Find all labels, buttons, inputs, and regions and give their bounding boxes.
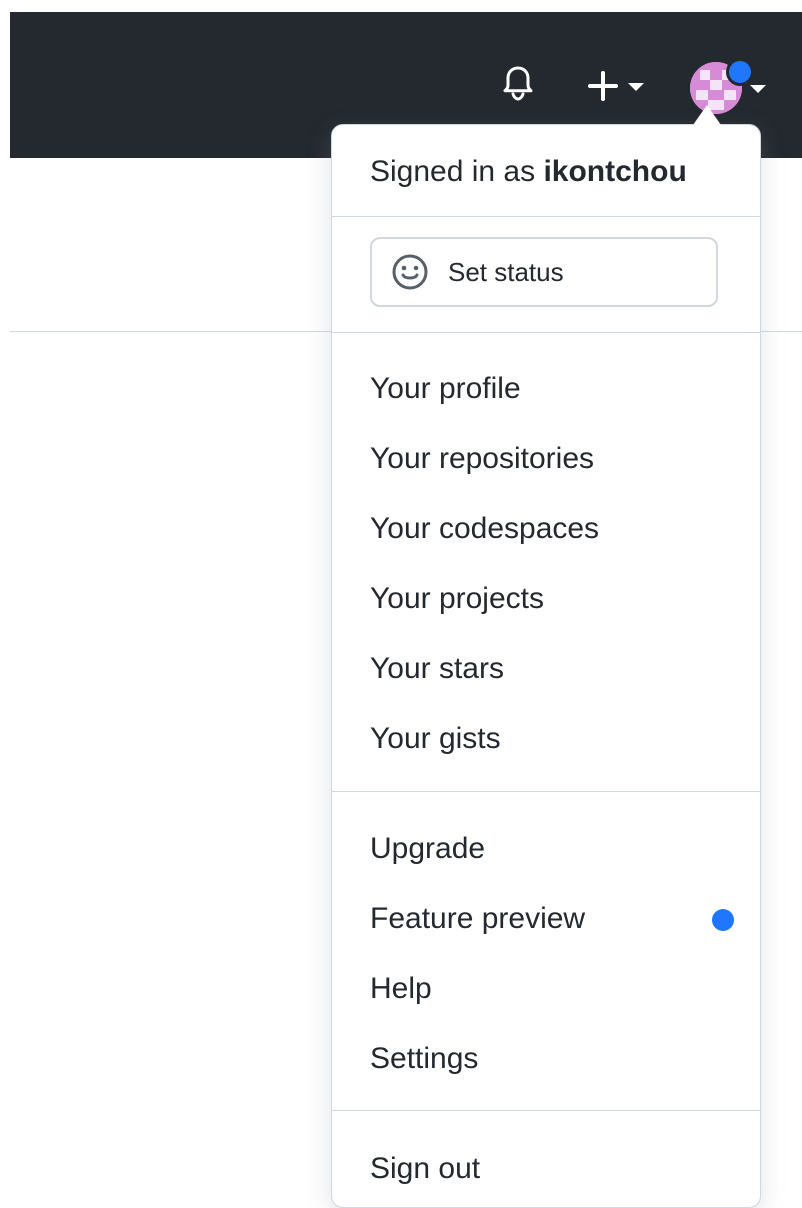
menu-item-your-stars[interactable]: Your stars [370,645,720,693]
menu-item-label: Your projects [370,582,544,615]
feature-preview-dot-icon [712,909,734,931]
menu-item-sign-out[interactable]: Sign out [370,1145,720,1193]
menu-item-label: Your stars [370,652,504,685]
github-header-menu-screen: Signed in as ikontchou Set status Your p… [0,0,802,1208]
signed-in-label: Signed in as ikontchou [370,155,687,189]
menu-divider [332,332,760,333]
menu-item-your-projects[interactable]: Your projects [370,575,720,623]
menu-item-your-gists[interactable]: Your gists [370,715,720,763]
menu-item-label: Your codespaces [370,512,600,545]
menu-item-label: Help [370,972,432,1005]
user-dropdown-menu: Signed in as ikontchou Set status Your p… [331,105,761,1208]
menu-item-label: Feature preview [370,902,586,935]
menu-item-label: Settings [370,1042,479,1075]
menu-item-feature-preview[interactable]: Feature preview [370,895,720,943]
create-new-button[interactable] [572,58,658,114]
signed-in-prefix: Signed in as [370,155,544,188]
menu-item-label: Your repositories [370,442,595,475]
menu-item-upgrade[interactable]: Upgrade [370,825,720,873]
menu-divider [332,791,760,792]
set-status-button[interactable]: Set status [370,237,718,307]
notification-dot-icon [726,58,754,86]
chevron-down-icon [750,85,766,93]
notifications-button[interactable] [490,56,546,112]
username: ikontchou [543,155,687,188]
menu-item-label: Your profile [370,372,521,405]
menu-item-your-repositories[interactable]: Your repositories [370,435,720,483]
menu-item-help[interactable]: Help [370,965,720,1013]
smile-icon [392,254,428,290]
menu-divider [332,216,760,217]
menu-item-label: Sign out [370,1152,481,1185]
menu-item-settings[interactable]: Settings [370,1035,720,1083]
menu-item-label: Upgrade [370,832,486,865]
menu-item-label: Your gists [370,722,501,755]
plus-icon [588,71,618,101]
menu-item-your-profile[interactable]: Your profile [370,365,720,413]
bell-icon [503,66,533,101]
set-status-label: Set status [448,256,564,287]
menu-item-your-codespaces[interactable]: Your codespaces [370,505,720,553]
chevron-down-icon [628,83,644,91]
user-menu-button[interactable] [676,52,780,124]
menu-divider [332,1110,760,1111]
